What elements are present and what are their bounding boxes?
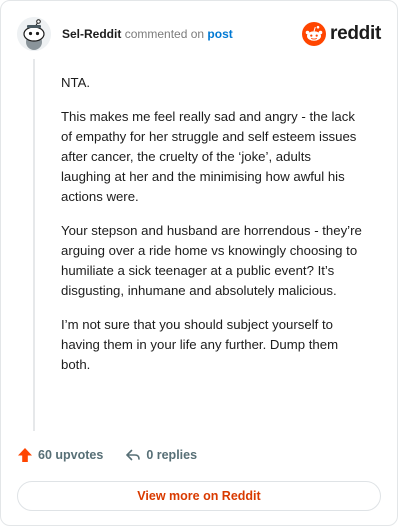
post-link[interactable]: post (207, 27, 232, 41)
reply-count: 0 replies (146, 448, 198, 462)
comment-paragraph: Your stepson and husband are horrendous … (61, 223, 362, 298)
upvote-arrow-icon (18, 448, 32, 462)
comment-paragraph: I’m not sure that you should subject you… (61, 317, 339, 372)
reddit-logo[interactable]: reddit (302, 22, 381, 46)
upvote-count: 60 upvotes (38, 448, 104, 462)
upvote-button[interactable]: 60 upvotes (17, 447, 103, 463)
username-link[interactable]: Sel-Reddit (62, 27, 121, 41)
snoo-avatar-icon (17, 17, 51, 51)
comment-footer: 60 upvotes 0 replies (17, 443, 381, 467)
comment-paragraph: This makes me feel really sad and angry … (61, 109, 357, 204)
comment-paragraph: NTA. (61, 75, 91, 90)
action-text: commented on (124, 27, 205, 41)
reply-icon (126, 449, 141, 461)
avatar[interactable] (17, 17, 51, 51)
reddit-wordmark: reddit (330, 23, 381, 44)
comment-meta: Sel-Reddit commented on post (62, 26, 233, 42)
reddit-alien-icon (302, 22, 327, 46)
view-more-button[interactable]: View more on Reddit (17, 481, 381, 511)
reply-button[interactable]: 0 replies (125, 447, 197, 463)
comment-header: Sel-Reddit commented on post reddit (17, 15, 381, 53)
thread-line (33, 59, 35, 431)
embedded-comment-card: Sel-Reddit commented on post reddit NTA.… (0, 0, 398, 526)
comment-body: NTA. This makes me feel really sad and a… (61, 73, 363, 389)
